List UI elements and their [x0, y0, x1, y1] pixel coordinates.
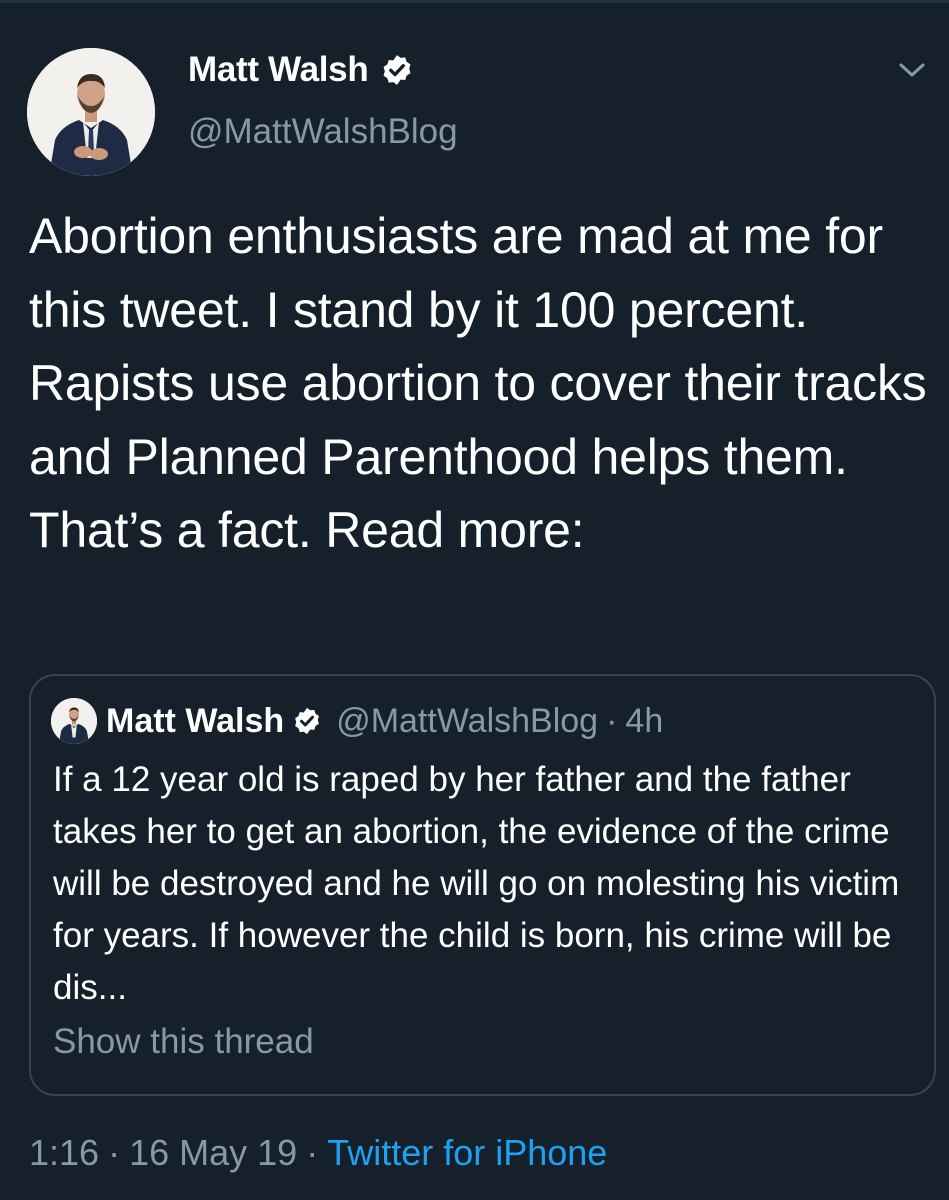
quoted-tweet-header: Matt Walsh @MattWalshBlog · 4h [51, 698, 663, 744]
show-thread-link[interactable]: Show this thread [53, 1022, 314, 1062]
separator-dot: · [306, 1132, 319, 1173]
quoted-tweet-text: If a 12 year old is raped by her father … [53, 760, 900, 1007]
top-divider [0, 0, 949, 3]
quoted-author-name: Matt Walsh [106, 701, 285, 740]
verified-badge-icon [292, 706, 322, 736]
tweet-time: 1:16 [29, 1132, 100, 1173]
avatar-photo [27, 48, 155, 176]
separator-dot: · [108, 1132, 121, 1173]
tweet-date: 16 May 19 [129, 1132, 298, 1173]
avatar[interactable] [27, 48, 155, 176]
verified-badge-icon [380, 53, 414, 87]
chevron-down-icon[interactable] [895, 58, 929, 82]
quoted-author-handle: @MattWalshBlog [336, 701, 599, 740]
tweet-text: Abortion enthusiasts are mad at me for t… [29, 208, 927, 558]
author-handle[interactable]: @MattWalshBlog [188, 112, 458, 152]
author-name[interactable]: Matt Walsh [188, 50, 369, 90]
quoted-tweet-card[interactable]: Matt Walsh @MattWalshBlog · 4h If a 12 y… [29, 674, 936, 1096]
quoted-timestamp: 4h [625, 701, 664, 740]
quoted-avatar [51, 698, 97, 744]
author-name-row[interactable]: Matt Walsh [188, 50, 414, 90]
tweet-meta: 1:16 · 16 May 19 · Twitter for iPhone [29, 1132, 607, 1174]
separator-dot: · [606, 701, 618, 740]
tweet-source-link[interactable]: Twitter for iPhone [327, 1132, 607, 1173]
